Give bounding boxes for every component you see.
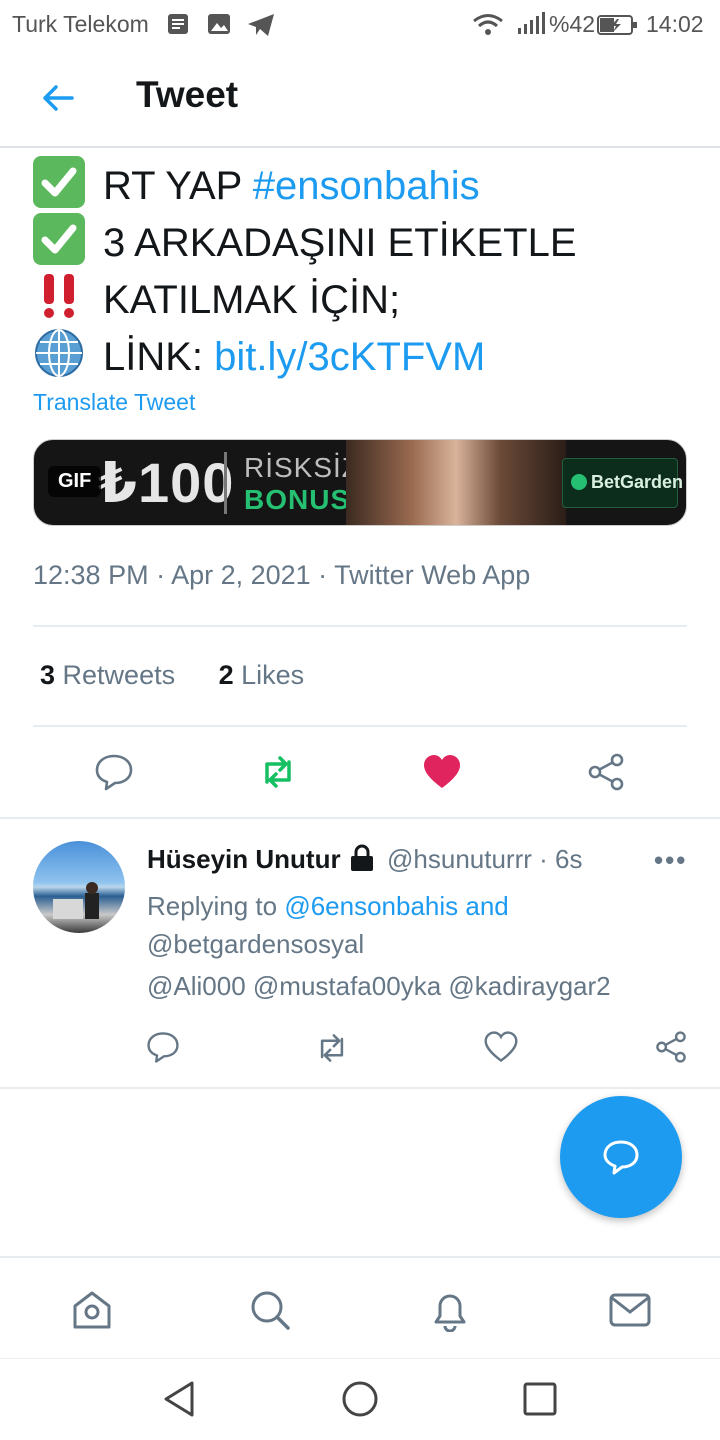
carrier-name: Turk Telekom [12,11,149,37]
notes-icon [168,14,188,34]
clock: 14:02 [646,11,704,37]
like-heart-icon[interactable] [484,1030,518,1064]
check-mark-icon [33,213,85,265]
divider [0,1087,720,1089]
top-app-bar: Tweet [0,50,720,148]
reply-bubble-icon [603,1140,639,1175]
signal-icon [518,12,545,34]
reply-author-handle: @hsunuturrr · 6s [387,844,583,874]
back-arrow-icon[interactable] [38,78,78,118]
reply-mentions[interactable]: @Ali000 @mustafa00yka @kadiraygar2 [147,971,611,1002]
compose-reply-button[interactable] [560,1096,682,1218]
replying-to-line: Replying to @6ensonbahis and [147,891,509,922]
share-icon[interactable] [654,1030,688,1064]
media-divider [224,452,227,514]
tweet-line: RT YAP #ensonbahis [33,156,480,209]
reply-author-name[interactable]: Hüseyin Unutur [147,844,376,875]
messages-mail-icon[interactable] [608,1288,652,1332]
retweet-icon[interactable] [314,1030,350,1066]
page-title: Tweet [136,74,239,115]
like-heart-filled-icon[interactable] [422,752,462,792]
bonus-amount: ₺100 [98,451,235,514]
battery-percent: %42 [549,11,596,37]
replying-to-label: Replying to [147,891,285,921]
more-options-icon[interactable]: ••• [654,845,687,876]
retweets-label: Retweets [55,660,176,690]
replying-to-user[interactable]: @betgardensosyal [147,929,364,960]
tweet-text: LİNK: [103,335,215,379]
tweet-stats: 3 Retweets 2 Likes [40,660,304,691]
tweet-text: 3 ARKADAŞINI ETİKETLE [103,221,577,265]
media-line-2: BONUS [244,484,351,515]
gif-badge: GIF [48,466,102,497]
system-home-icon[interactable] [340,1379,380,1419]
share-icon[interactable] [586,752,626,792]
likes-label: Likes [233,660,305,690]
divider [33,625,687,627]
status-bar: Turk Telekom %42 14:02 [0,0,720,50]
translate-tweet-link[interactable]: Translate Tweet [33,389,195,416]
tweet-text: KATILMAK İÇİN; [103,278,401,322]
lock-icon [350,844,373,871]
tweet-line: LİNK: bit.ly/3cKTFVM [33,327,485,380]
reply-icon[interactable] [146,1030,180,1064]
media-gif[interactable]: ₺100 GIF RİSKSİZ BONUS BetGarden [33,439,687,526]
system-recents-icon[interactable] [520,1379,560,1419]
divider [33,725,687,727]
battery-icon [597,15,637,35]
retweet-icon[interactable] [258,752,298,792]
system-navigation-bar [0,1358,720,1440]
bottom-navigation [0,1256,720,1358]
retweets-count: 3 [40,660,56,690]
check-mark-icon [33,156,85,208]
replying-to-user[interactable]: @6ensonbahis and [284,891,508,921]
avatar[interactable] [33,841,125,933]
system-back-icon[interactable] [160,1379,200,1419]
tweet-text: RT YAP [103,164,253,208]
home-icon[interactable] [70,1288,114,1332]
brand-name: BetGarden [591,472,684,492]
url-link[interactable]: bit.ly/3cKTFVM [214,335,485,379]
double-exclamation-icon [33,270,85,322]
wifi-icon [473,14,503,35]
retweets-stat[interactable]: 3 Retweets [40,660,175,690]
telegram-icon [248,14,274,36]
divider [0,817,720,819]
tweet-timestamp: 12:38 PM · Apr 2, 2021 · Twitter Web App [33,560,531,590]
media-line-1: RİSKSİZ [244,452,360,483]
globe-icon [33,327,85,379]
hashtag-link[interactable]: #ensonbahis [253,164,480,208]
search-icon[interactable] [248,1288,292,1332]
image-icon [208,14,230,34]
likes-stat[interactable]: 2 Likes [219,660,305,690]
brand-logo: BetGarden [562,458,683,508]
media-photo [346,440,566,525]
notifications-bell-icon[interactable] [428,1288,472,1332]
likes-count: 2 [218,660,234,690]
reply-icon[interactable] [94,752,134,792]
tweet-line: 3 ARKADAŞINI ETİKETLE [33,213,577,266]
author-name-text: Hüseyin Unutur [147,844,341,874]
tweet-line: KATILMAK İÇİN; [33,270,400,323]
